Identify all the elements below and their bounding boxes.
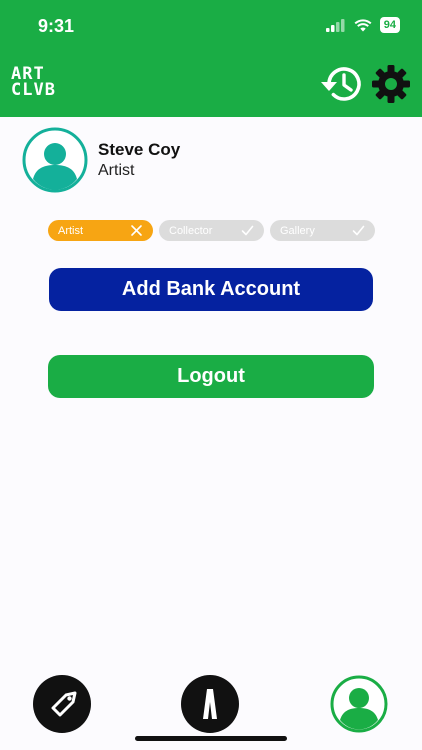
home-indicator — [135, 736, 287, 741]
role-chip-collector[interactable]: Collector — [159, 220, 264, 241]
person-icon[interactable] — [330, 675, 388, 733]
close-icon[interactable] — [130, 224, 143, 237]
add-bank-account-button[interactable]: Add Bank Account — [49, 268, 373, 311]
app-header: 9:31 94 ART CLVB — [0, 0, 422, 117]
profile-name: Steve Coy — [98, 140, 181, 159]
status-icons: 94 — [325, 17, 400, 33]
status-time: 9:31 — [38, 16, 75, 36]
check-icon — [241, 225, 254, 236]
role-chip-label: Gallery — [280, 224, 315, 237]
history-icon[interactable] — [320, 63, 364, 105]
wifi-icon — [354, 18, 372, 31]
role-selector: Artist Collector Gallery — [48, 220, 375, 241]
role-chip-label: Collector — [169, 224, 213, 237]
gear-icon[interactable] — [371, 64, 411, 104]
cellular-icon — [325, 18, 345, 32]
role-chip-gallery[interactable]: Gallery — [270, 220, 375, 241]
tag-icon[interactable] — [33, 675, 91, 733]
logo-line-2: CLVB — [11, 80, 56, 100]
check-icon — [352, 225, 365, 236]
avatar[interactable] — [22, 127, 88, 193]
logout-button[interactable]: Logout — [48, 355, 374, 398]
art-clvb-logo-icon[interactable] — [181, 675, 239, 733]
battery-level: 94 — [379, 17, 400, 33]
profile-role: Artist — [98, 162, 135, 179]
app-logo: ART CLVB — [11, 66, 56, 100]
role-chip-artist[interactable]: Artist — [48, 220, 153, 241]
role-chip-label: Artist — [58, 224, 84, 237]
